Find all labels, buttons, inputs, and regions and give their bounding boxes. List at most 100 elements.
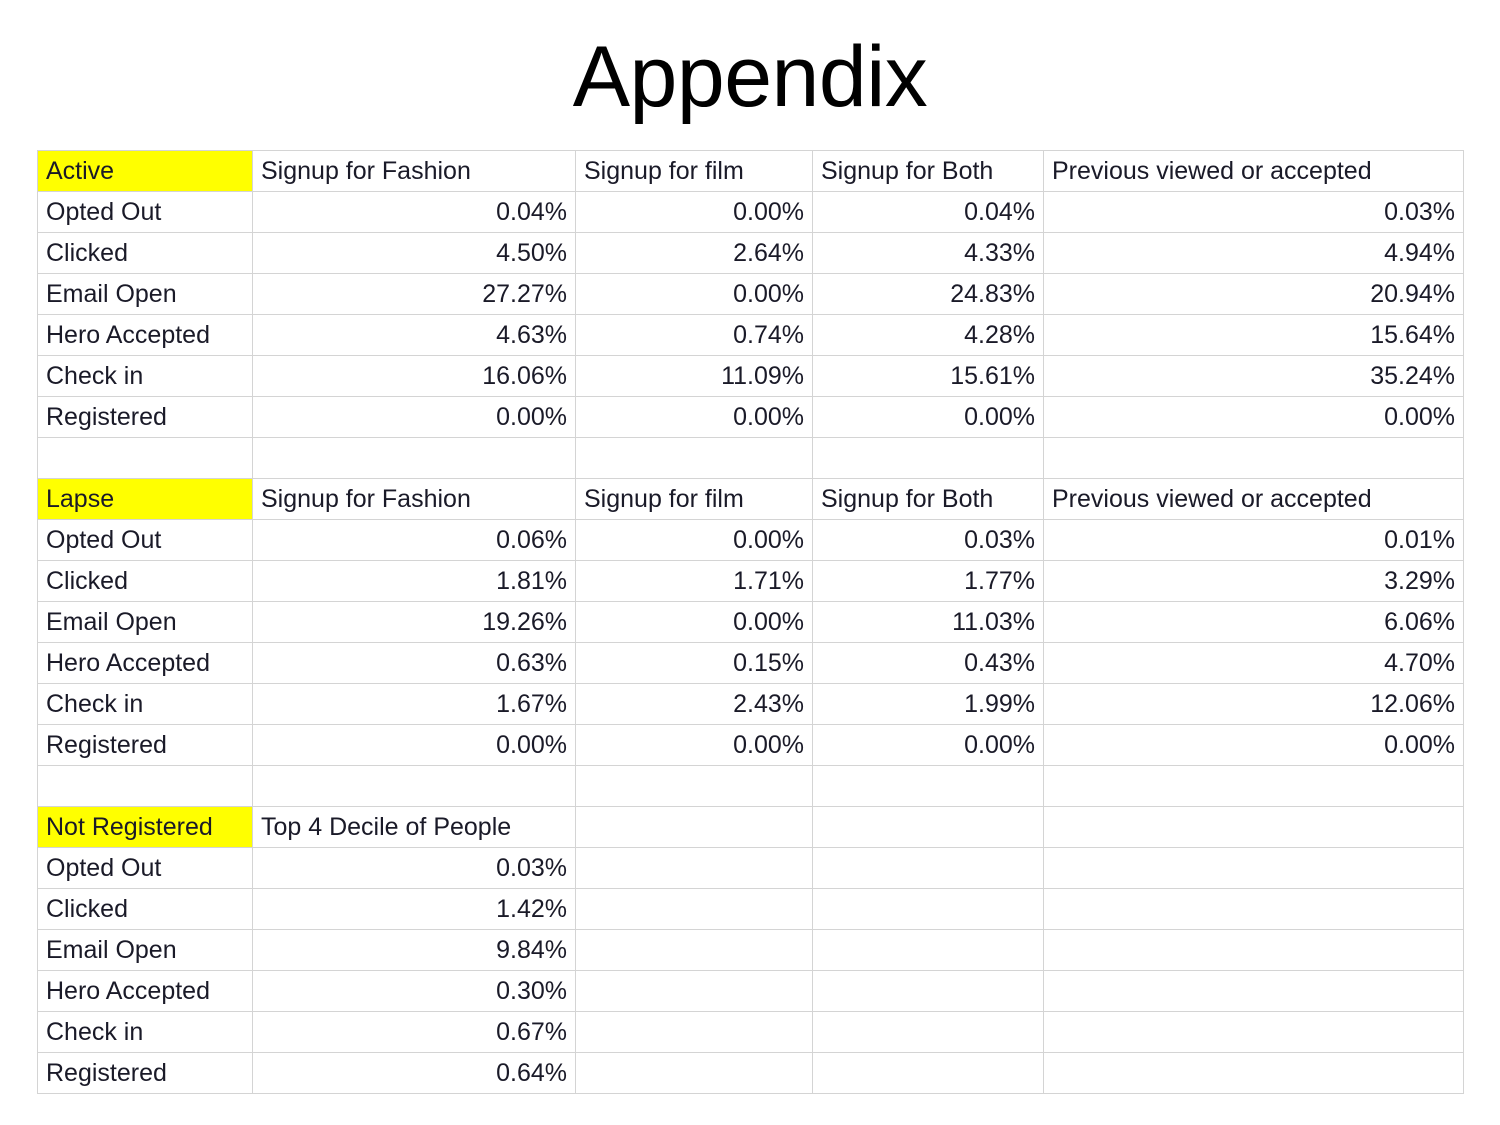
metric-value-cell: 0.00% [1043,724,1464,766]
metric-value-cell: 3.29% [1043,560,1464,602]
metric-value-cell: 1.67% [252,683,576,725]
table-row: Registered 0.00% 0.00% 0.00% 0.00% [37,396,1464,438]
table-row: Email Open 9.84% [37,929,1464,971]
table-spacer-row [37,765,1464,807]
row-label-cell: Hero Accepted [37,642,253,684]
metric-value-cell [575,888,813,930]
column-header-cell: Signup for film [575,478,813,520]
row-label-cell: Registered [37,724,253,766]
spacer-cell [37,765,253,807]
column-header-cell: Signup for Fashion [252,478,576,520]
metric-value-cell: 27.27% [252,273,576,315]
section-name-cell: Not Registered [37,806,253,848]
metric-value-cell: 24.83% [812,273,1044,315]
spacer-cell [1043,437,1464,479]
table-header-row: Lapse Signup for Fashion Signup for film Si… [37,478,1464,520]
metric-value-cell: 0.03% [1043,191,1464,233]
table-row: Opted Out 0.04% 0.00% 0.04% 0.03% [37,191,1464,233]
table-row: Email Open 19.26% 0.00% 11.03% 6.06% [37,601,1464,643]
row-label-cell: Check in [37,355,253,397]
metric-value-cell: 2.64% [575,232,813,274]
metric-value-cell [812,1011,1044,1053]
table-row: Registered 0.64% [37,1052,1464,1094]
metric-value-cell: 0.00% [575,519,813,561]
metric-value-cell: 1.71% [575,560,813,602]
row-label-cell: Registered [37,1052,253,1094]
metric-value-cell: 15.61% [812,355,1044,397]
metric-value-cell: 1.77% [812,560,1044,602]
column-header-cell: Previous viewed or accepted [1043,478,1464,520]
metric-value-cell: 4.33% [812,232,1044,274]
metric-value-cell: 0.43% [812,642,1044,684]
metric-value-cell [1043,970,1464,1012]
metric-value-cell: 0.15% [575,642,813,684]
metric-value-cell: 4.63% [252,314,576,356]
column-header-cell: Previous viewed or accepted [1043,150,1464,192]
table-row: Hero Accepted 0.30% [37,970,1464,1012]
table-header-row: Active Signup for Fashion Signup for film S… [37,150,1464,192]
metric-value-cell [812,1052,1044,1094]
table-row: Opted Out 0.06% 0.00% 0.03% 0.01% [37,519,1464,561]
metric-value-cell: 0.00% [575,396,813,438]
row-label-cell: Registered [37,396,253,438]
metric-value-cell: 0.03% [252,847,576,889]
table-row: Check in 0.67% [37,1011,1464,1053]
spacer-cell [575,437,813,479]
metric-value-cell: 0.00% [575,724,813,766]
metric-value-cell: 15.64% [1043,314,1464,356]
metric-value-cell: 0.00% [1043,396,1464,438]
table-row: Hero Accepted 0.63% 0.15% 0.43% 4.70% [37,642,1464,684]
spacer-cell [37,437,253,479]
metric-value-cell: 0.00% [252,724,576,766]
table-row: Check in 16.06% 11.09% 15.61% 35.24% [37,355,1464,397]
spacer-cell [812,765,1044,807]
row-label-cell: Opted Out [37,519,253,561]
metric-value-cell: 0.63% [252,642,576,684]
metric-value-cell: 0.74% [575,314,813,356]
table-row: Check in 1.67% 2.43% 1.99% 12.06% [37,683,1464,725]
row-label-cell: Clicked [37,560,253,602]
column-header-cell: Signup for film [575,150,813,192]
spacer-cell [812,437,1044,479]
metric-value-cell [1043,929,1464,971]
metric-value-cell [575,1011,813,1053]
spreadsheet-container: Active Signup for Fashion Signup for film S… [37,150,1464,1094]
metric-value-cell: 20.94% [1043,273,1464,315]
metric-value-cell [812,888,1044,930]
metric-value-cell [575,847,813,889]
metric-value-cell [812,847,1044,889]
column-header-cell [1043,806,1464,848]
metric-value-cell: 35.24% [1043,355,1464,397]
metric-value-cell [1043,1011,1464,1053]
table-header-row: Not Registered Top 4 Decile of People [37,806,1464,848]
table-spacer-row [37,437,1464,479]
table-row: Registered 0.00% 0.00% 0.00% 0.00% [37,724,1464,766]
metric-value-cell [1043,888,1464,930]
row-label-cell: Hero Accepted [37,314,253,356]
metric-value-cell [1043,1052,1464,1094]
metric-value-cell: 2.43% [575,683,813,725]
metric-value-cell [575,929,813,971]
metric-value-cell [575,1052,813,1094]
metric-value-cell: 4.50% [252,232,576,274]
column-header-cell [812,806,1044,848]
metric-value-cell: 0.00% [575,191,813,233]
metric-value-cell: 0.00% [252,396,576,438]
metric-value-cell: 0.04% [252,191,576,233]
row-label-cell: Check in [37,683,253,725]
metric-value-cell: 9.84% [252,929,576,971]
spacer-cell [252,437,576,479]
metric-value-cell: 0.00% [575,273,813,315]
metric-value-cell: 0.04% [812,191,1044,233]
metric-value-cell [575,970,813,1012]
table-row: Email Open 27.27% 0.00% 24.83% 20.94% [37,273,1464,315]
row-label-cell: Email Open [37,273,253,315]
metric-value-cell: 19.26% [252,601,576,643]
table-row: Clicked 1.42% [37,888,1464,930]
metric-value-cell: 0.30% [252,970,576,1012]
metric-value-cell: 11.09% [575,355,813,397]
column-header-cell: Signup for Both [812,150,1044,192]
table-row: Clicked 4.50% 2.64% 4.33% 4.94% [37,232,1464,274]
row-label-cell: Email Open [37,601,253,643]
section-name-cell: Lapse [37,478,253,520]
